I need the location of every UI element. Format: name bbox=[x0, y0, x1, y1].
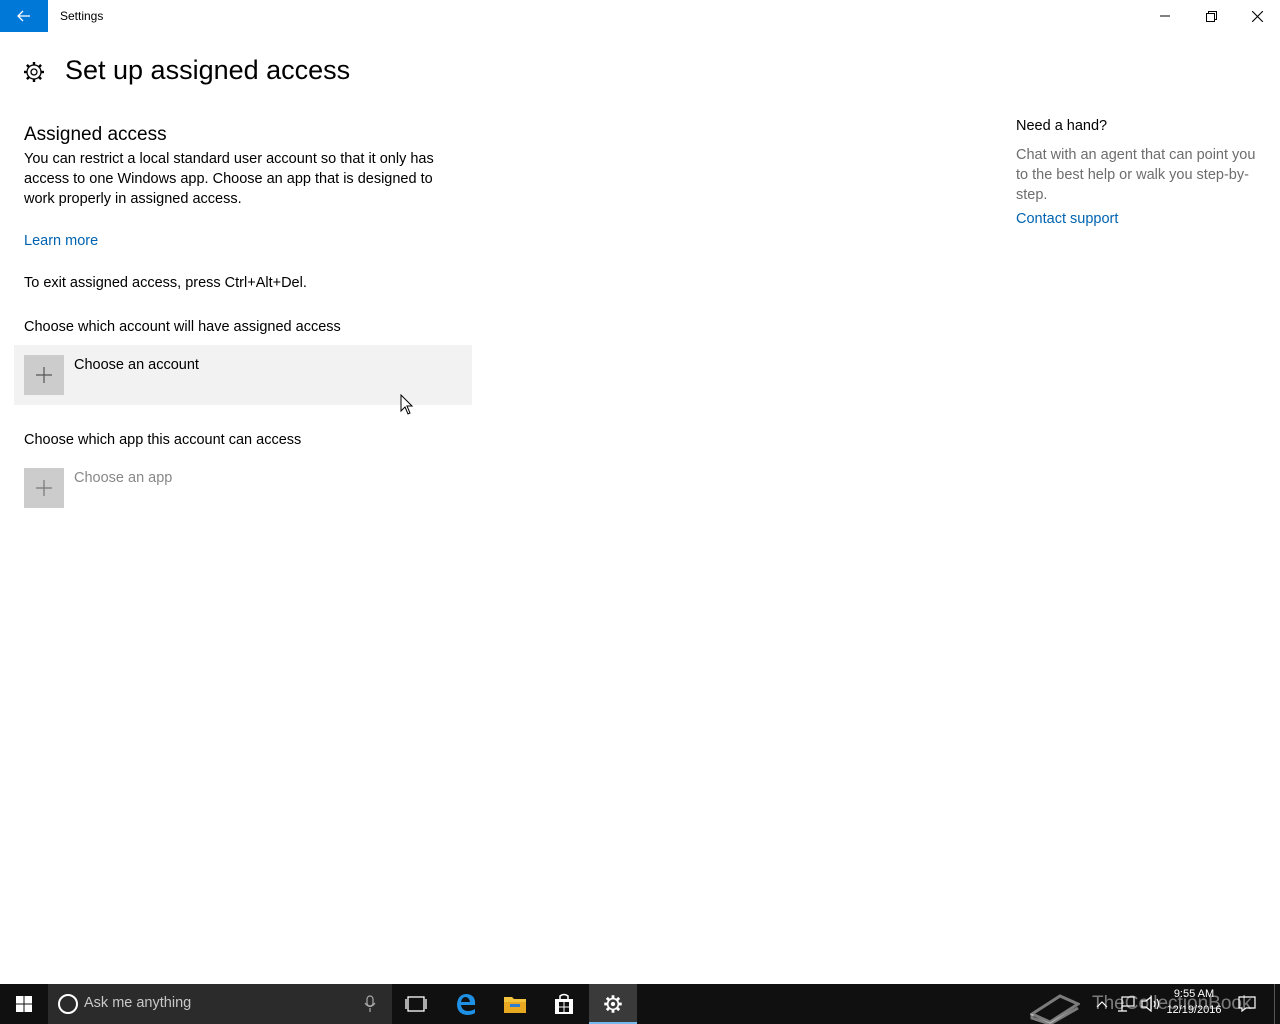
choose-app-button[interactable]: Choose an app bbox=[14, 458, 472, 518]
volume-button[interactable] bbox=[1140, 984, 1162, 1024]
back-button[interactable] bbox=[0, 0, 48, 32]
task-view-button[interactable] bbox=[392, 984, 440, 1024]
account-section-label: Choose which account will have assigned … bbox=[24, 319, 341, 335]
show-desktop-button[interactable] bbox=[1274, 984, 1280, 1024]
task-view-icon bbox=[405, 996, 427, 1012]
clock[interactable]: 9:55 AM 12/19/2016 bbox=[1162, 986, 1226, 1022]
settings-taskbar-button[interactable] bbox=[589, 984, 637, 1024]
book-icon bbox=[1030, 994, 1080, 1024]
choose-app-label: Choose an app bbox=[74, 470, 173, 486]
clock-date: 12/19/2016 bbox=[1166, 1004, 1222, 1016]
plus-icon bbox=[36, 480, 52, 496]
mouse-cursor-icon bbox=[400, 394, 414, 415]
learn-more-link[interactable]: Learn more bbox=[24, 233, 98, 249]
action-center-button[interactable] bbox=[1236, 984, 1258, 1024]
plus-tile bbox=[24, 468, 64, 508]
search-placeholder: Ask me anything bbox=[84, 995, 192, 1011]
minimize-button[interactable] bbox=[1142, 0, 1188, 32]
file-explorer-icon bbox=[504, 997, 526, 1013]
restore-icon bbox=[1205, 10, 1217, 22]
plus-icon bbox=[36, 367, 52, 383]
close-icon bbox=[1251, 10, 1263, 22]
title-bar: Settings bbox=[0, 0, 1280, 32]
window-title: Settings bbox=[60, 9, 104, 23]
notification-icon bbox=[1238, 996, 1256, 1012]
restore-button[interactable] bbox=[1188, 0, 1234, 32]
settings-icon bbox=[604, 995, 622, 1013]
contact-support-link[interactable]: Contact support bbox=[1016, 211, 1118, 227]
exit-hint: To exit assigned access, press Ctrl+Alt+… bbox=[24, 275, 307, 291]
store-button[interactable] bbox=[540, 984, 588, 1024]
section-heading: Assigned access bbox=[24, 124, 167, 145]
gear-icon bbox=[24, 62, 44, 82]
close-button[interactable] bbox=[1234, 0, 1280, 32]
assigned-access-description: You can restrict a local standard user a… bbox=[24, 151, 434, 207]
clock-time: 9:55 AM bbox=[1173, 988, 1215, 1000]
show-hidden-icons-button[interactable] bbox=[1094, 984, 1110, 1024]
app-section-label: Choose which app this account can access bbox=[24, 432, 302, 448]
file-explorer-button[interactable] bbox=[491, 984, 539, 1024]
chevron-up-icon bbox=[1096, 1001, 1108, 1008]
cortana-icon bbox=[58, 994, 78, 1014]
network-button[interactable] bbox=[1116, 984, 1136, 1024]
page-title: Set up assigned access bbox=[65, 55, 351, 85]
edge-button[interactable] bbox=[442, 984, 490, 1024]
store-icon bbox=[555, 993, 573, 1014]
volume-icon bbox=[1141, 996, 1160, 1012]
help-heading: Need a hand? bbox=[1016, 118, 1108, 134]
back-arrow-icon bbox=[17, 10, 30, 22]
plus-tile bbox=[24, 355, 64, 395]
microphone-icon[interactable] bbox=[364, 994, 376, 1014]
network-icon bbox=[1118, 996, 1135, 1012]
minimize-icon bbox=[1160, 15, 1170, 17]
start-button[interactable] bbox=[0, 984, 48, 1024]
choose-account-label: Choose an account bbox=[74, 357, 199, 373]
help-description: Chat with an agent that can point you to… bbox=[1016, 147, 1256, 203]
windows-logo-icon bbox=[16, 996, 32, 1012]
edge-icon bbox=[457, 994, 476, 1015]
cortana-search-box[interactable]: Ask me anything bbox=[48, 984, 392, 1024]
